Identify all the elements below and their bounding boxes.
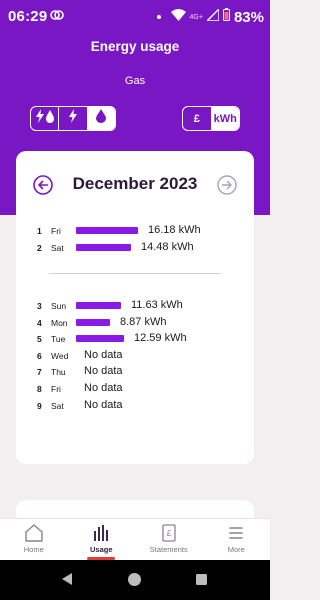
- battery-percent: 83%: [233, 8, 264, 26]
- day-name: Fri: [51, 226, 61, 236]
- day-number: 3: [37, 301, 42, 311]
- wifi-icon: [170, 8, 186, 26]
- nav-more[interactable]: More: [203, 519, 271, 560]
- day-name: Mon: [51, 317, 68, 328]
- day-row: 1 Fri 16.18 kWh: [16, 224, 254, 238]
- day-number: 6: [37, 350, 42, 361]
- month-navigator: December 2023: [16, 172, 254, 198]
- electricity-icon: [68, 109, 78, 128]
- battery-icon: [222, 8, 230, 26]
- signal-icon: [205, 7, 220, 26]
- status-time: 06:29: [8, 8, 48, 25]
- usage-value: 16.18 kWh: [148, 224, 201, 236]
- day-name: Thu: [51, 367, 66, 378]
- day-name: Wed: [51, 350, 69, 361]
- usage-card: December 2023 1 Fri 16.18 kWh 2 Sat 14.48 kWh…: [16, 151, 254, 464]
- back-triangle-icon: [62, 573, 72, 585]
- unit-option-pound[interactable]: £: [183, 107, 212, 130]
- system-recents-button[interactable]: [196, 574, 207, 585]
- usage-bar: [76, 243, 131, 251]
- statement-icon: £: [162, 524, 176, 542]
- electricity-gas-icon: [35, 109, 55, 128]
- day-row: 7 Thu No data: [16, 365, 254, 379]
- nav-home-label: Home: [23, 545, 44, 554]
- network-type: 4G+: [189, 13, 203, 21]
- day-number: 4: [37, 317, 42, 328]
- usage-bar: [76, 335, 124, 343]
- usage-bar: [76, 302, 121, 309]
- day-name: Fri: [51, 384, 61, 394]
- menu-icon: [229, 527, 244, 539]
- system-home-button[interactable]: [128, 573, 141, 586]
- notification-dot-icon: [156, 15, 161, 19]
- bar-chart-icon: [94, 525, 109, 541]
- nav-statements[interactable]: £ Statements: [135, 519, 203, 560]
- day-number: 2: [37, 242, 42, 253]
- usage-value: 12.59 kWh: [134, 332, 187, 345]
- page-title: Energy usage: [90, 39, 180, 54]
- nav-home[interactable]: Home: [0, 519, 68, 560]
- system-navigation-bar: [0, 560, 270, 600]
- day-number: 9: [37, 400, 42, 411]
- nav-statements-label: Statements: [149, 545, 188, 554]
- day-row: 2 Sat 14.48 kWh: [16, 241, 254, 255]
- fuel-toggle: [30, 106, 116, 131]
- no-data-label: No data: [84, 398, 123, 411]
- day-row: 4 Mon 8.87 kWh: [16, 316, 254, 330]
- unit-toggle: £ kWh: [182, 106, 240, 131]
- usage-value: 14.48 kWh: [141, 240, 194, 253]
- nav-more-label: More: [227, 545, 245, 554]
- day-name: Sat: [51, 400, 64, 411]
- gas-flame-icon: [96, 109, 107, 128]
- day-row: 9 Sat No data: [16, 399, 254, 413]
- page-subtitle: Gas: [124, 75, 146, 87]
- status-bar: 06:29 4G+ 83%: [0, 0, 270, 34]
- no-data-label: No data: [84, 382, 123, 394]
- usage-value: 11.63 kWh: [131, 299, 183, 311]
- usage-bar: [76, 318, 110, 326]
- day-number: 8: [37, 384, 42, 394]
- week-divider: [49, 273, 221, 274]
- day-row: 8 Fri No data: [16, 382, 254, 396]
- nav-usage[interactable]: Usage: [68, 519, 136, 560]
- next-month-button[interactable]: [217, 175, 237, 195]
- day-number: 5: [37, 334, 42, 345]
- day-number: 1: [37, 226, 42, 236]
- day-row: 3 Sun 11.63 kWh: [16, 299, 254, 313]
- day-name: Sat: [51, 242, 64, 253]
- fuel-option-gas[interactable]: [87, 107, 115, 130]
- day-row: 5 Tue 12.59 kWh: [16, 332, 254, 346]
- no-data-label: No data: [84, 348, 123, 361]
- sync-status-icon: [50, 8, 64, 27]
- day-name: Sun: [51, 301, 67, 311]
- svg-text:£: £: [167, 529, 172, 538]
- fuel-option-electricity[interactable]: [59, 107, 88, 130]
- usage-value: 8.87 kWh: [120, 315, 167, 328]
- unit-option-kwh[interactable]: kWh: [211, 107, 239, 130]
- day-row: 6 Wed No data: [16, 349, 254, 363]
- system-back-button[interactable]: [61, 572, 73, 591]
- nav-usage-label: Usage: [89, 545, 113, 554]
- day-number: 7: [37, 367, 42, 378]
- bottom-navigation: Home Usage £ Statements More: [0, 518, 270, 560]
- home-icon: [25, 524, 43, 542]
- usage-bar: [76, 227, 138, 234]
- arrow-right-icon: [217, 175, 237, 195]
- no-data-label: No data: [84, 365, 123, 378]
- fuel-option-dual[interactable]: [31, 107, 60, 130]
- day-name: Tue: [51, 334, 66, 345]
